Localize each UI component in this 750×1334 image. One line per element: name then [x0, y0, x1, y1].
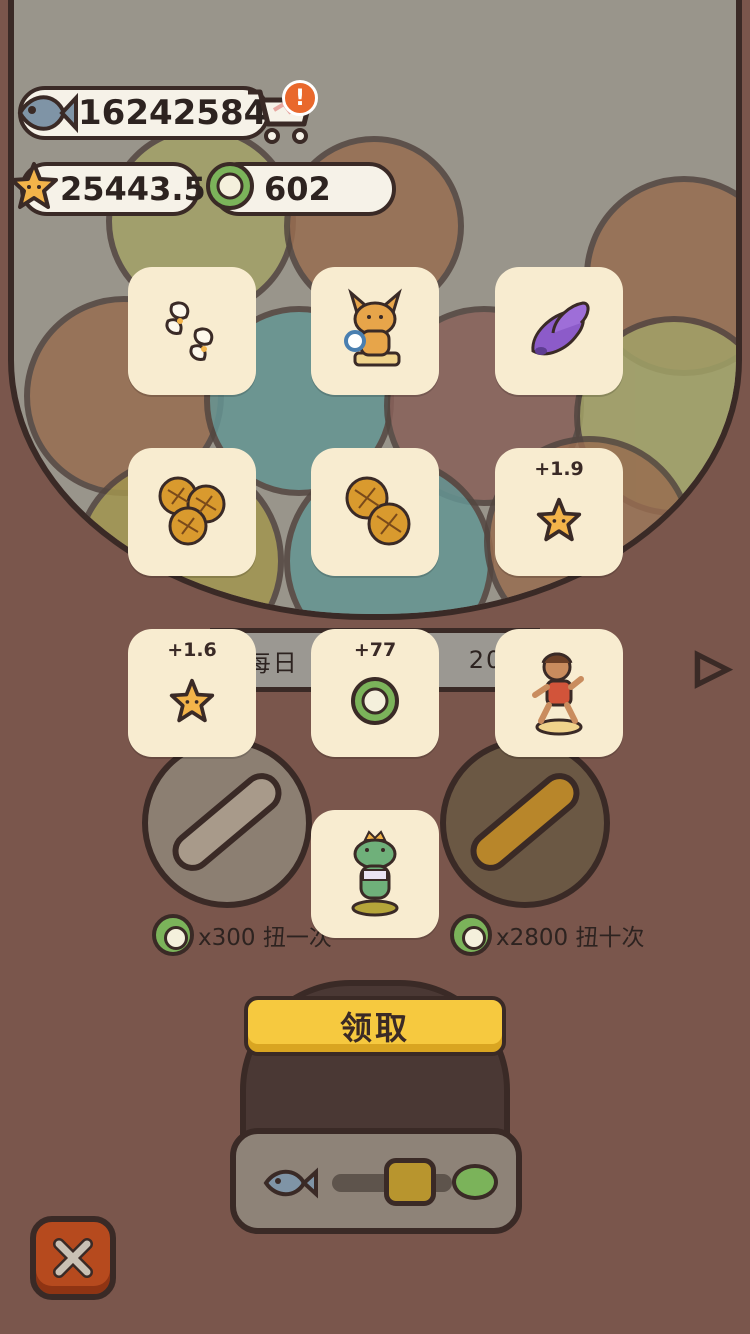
single-spin-cost-label: x300 扭一次	[198, 925, 332, 951]
reward-tile-star-2: +1.6	[128, 629, 256, 757]
knob-handle	[164, 764, 290, 880]
flower-petals-icon	[165, 301, 214, 361]
green-coin-icon	[450, 914, 492, 956]
green-coin-icon	[152, 914, 194, 956]
frog-prince-icon	[351, 830, 399, 917]
dancing-boy-icon	[532, 652, 584, 736]
reward-tile-star-1: +1.9	[495, 448, 623, 576]
reward-tile-purple-fish-toy	[495, 267, 623, 395]
machine-tray	[230, 1128, 522, 1234]
reward-tile-sunflower-cluster	[128, 448, 256, 576]
single-spin-knob[interactable]	[142, 738, 312, 908]
single-spin-cost[interactable]: x300 扭一次	[152, 910, 332, 960]
reward-amount: +1.6	[167, 639, 217, 661]
reward-amount: +77	[353, 639, 397, 661]
gacha-screen: 每日 20 ▷ x300 扭一次 x2800 扭十次 领取 16242584 !…	[0, 0, 750, 1334]
fish-icon	[17, 92, 78, 134]
reward-tile-flower-petals	[128, 267, 256, 395]
knob-handle	[462, 764, 588, 880]
sunflower-cluster-icon	[158, 476, 226, 546]
star-icon	[10, 162, 58, 209]
ten-spin-knob[interactable]	[440, 738, 610, 908]
green-coin-icon	[452, 1164, 498, 1200]
claim-button[interactable]: 领取	[244, 996, 506, 1056]
reward-tile-dancing-boy	[495, 629, 623, 757]
reward-tile-sunflower-pair	[311, 448, 439, 576]
star-icon	[536, 497, 582, 542]
close-button[interactable]	[30, 1216, 116, 1300]
next-arrow-button[interactable]: ▷	[692, 636, 734, 698]
star-icon	[169, 678, 215, 723]
coin-amount: 602	[264, 170, 331, 208]
reward-tile-frog-prince	[311, 810, 439, 938]
fish-amount: 16242584	[78, 93, 268, 133]
reward-amount: +1.9	[534, 458, 584, 480]
star-amount: 25443.5	[60, 170, 206, 208]
sunflower-pair-icon	[345, 476, 411, 546]
green-coin-icon	[351, 677, 399, 725]
purple-fish-toy-icon	[531, 301, 590, 356]
lynx-figure-icon	[344, 288, 402, 367]
reward-tile-green-coin: +77	[311, 629, 439, 757]
ten-spin-cost-label: x2800 扭十次	[496, 925, 645, 951]
ten-spin-cost[interactable]: x2800 扭十次	[450, 910, 644, 960]
reward-tile-lynx-figure	[311, 267, 439, 395]
shop-alert-badge: !	[282, 80, 318, 116]
green-coin-icon	[206, 162, 254, 210]
currency-slider-thumb[interactable]	[384, 1158, 436, 1206]
close-icon	[53, 1238, 93, 1278]
fish-icon	[263, 1167, 318, 1199]
